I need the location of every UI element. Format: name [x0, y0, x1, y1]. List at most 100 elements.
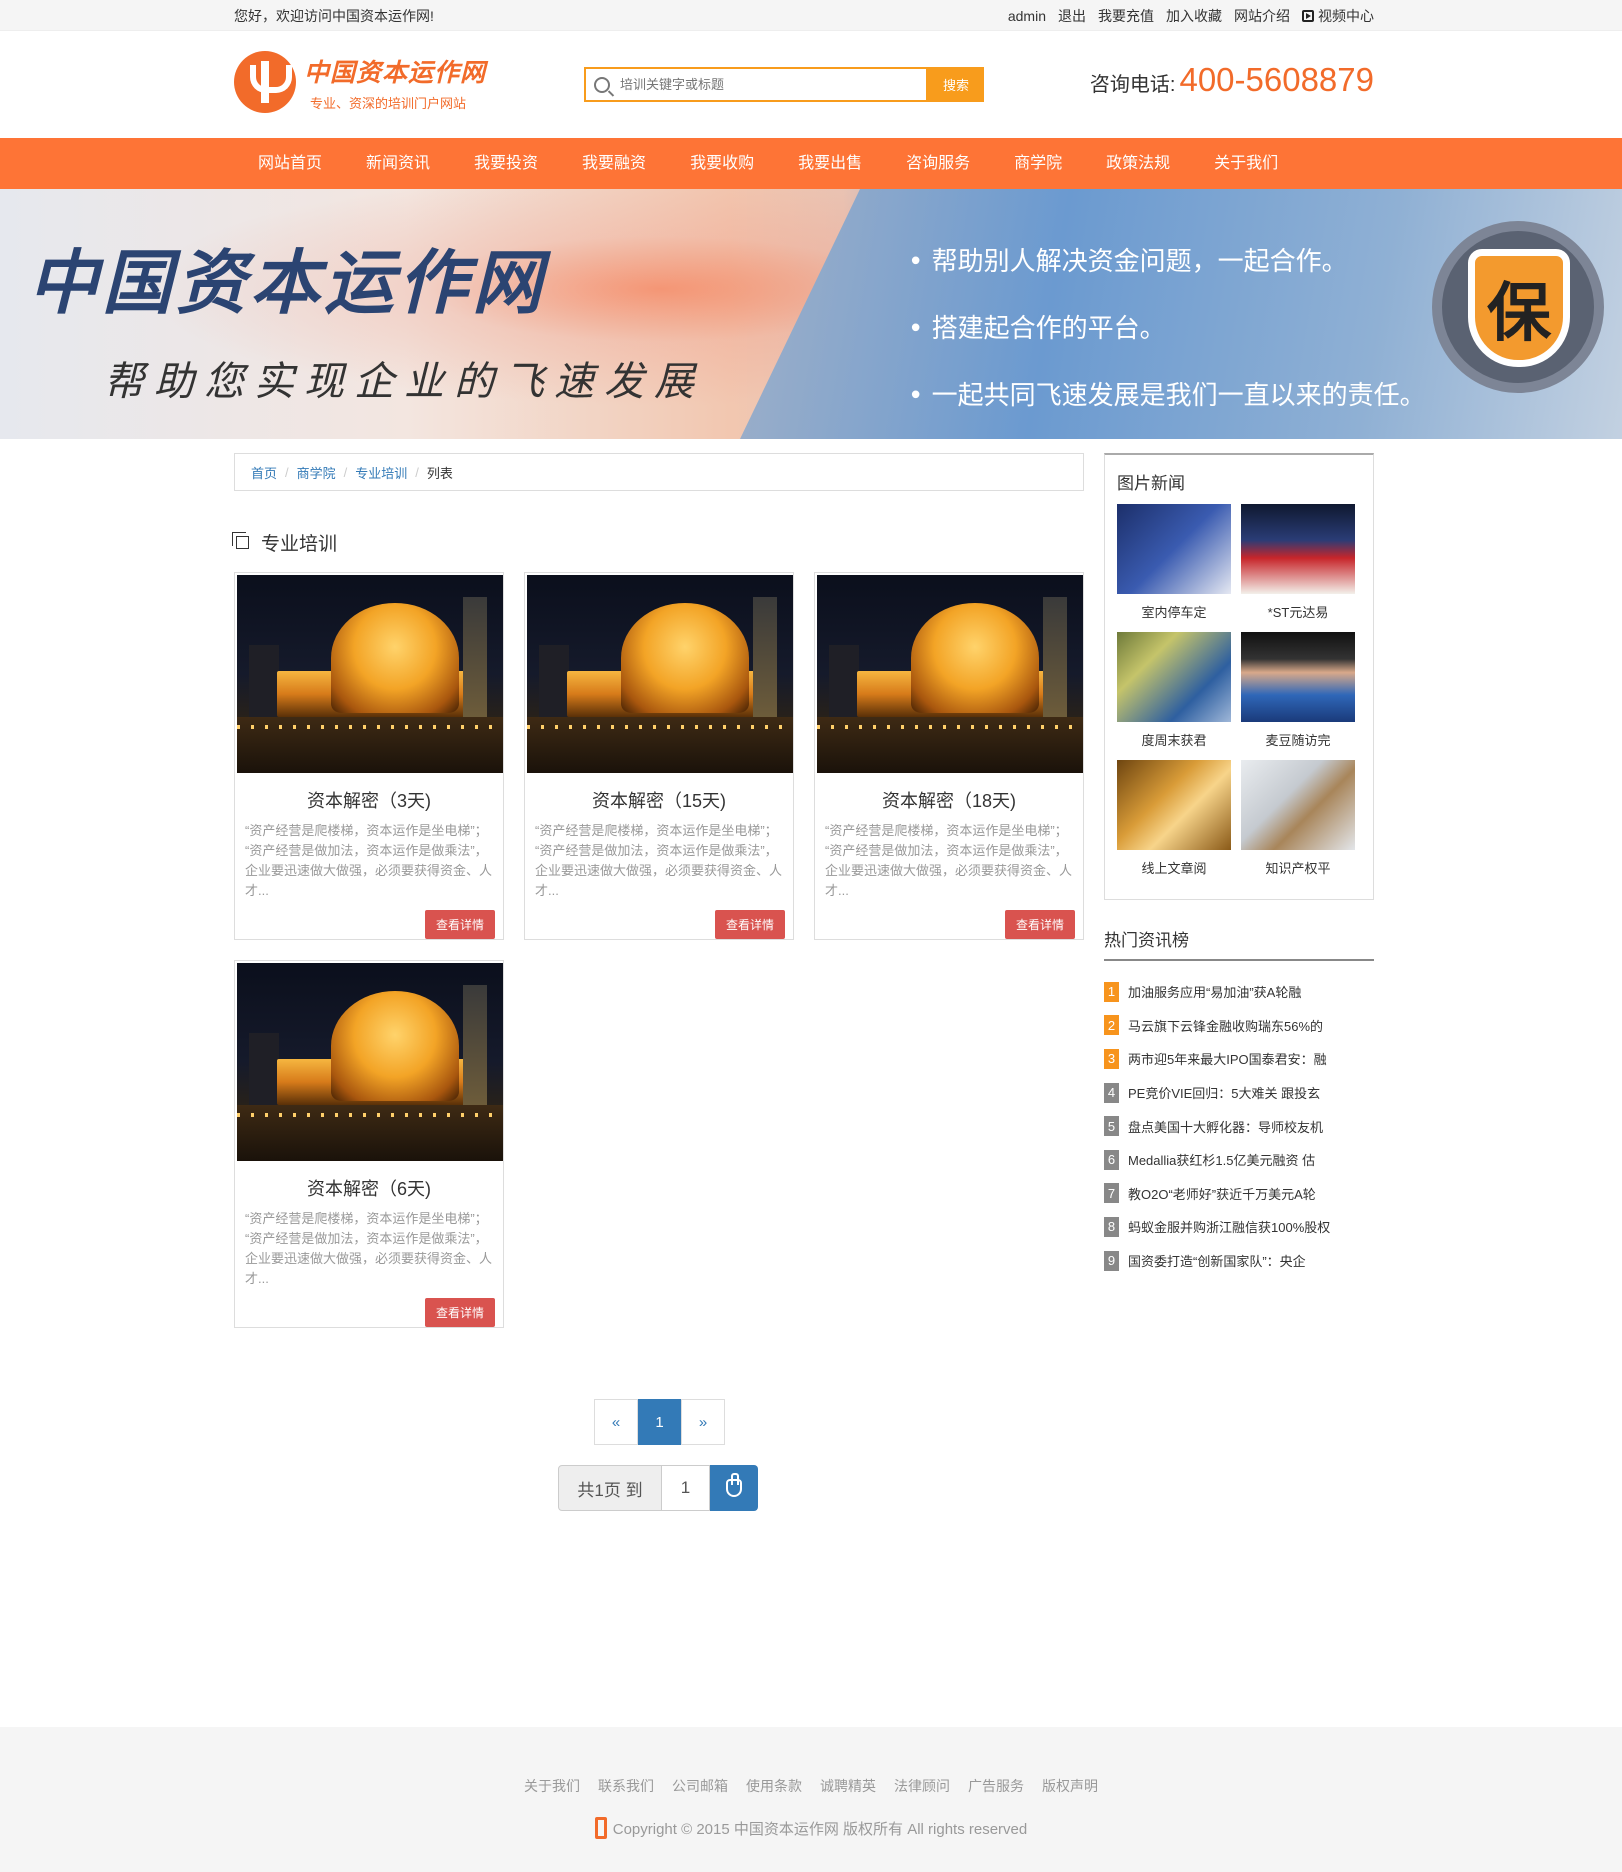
rank-badge: 3 [1104, 1048, 1119, 1069]
top-link-favorite[interactable]: 加入收藏 [1166, 6, 1222, 26]
course-desc: “资产经营是爬楼梯，资本运作是坐电梯”； “资产经营是做加法，资本运作是做乘法”… [825, 823, 1073, 898]
footer-link-contact[interactable]: 联系我们 [598, 1776, 654, 1796]
picture-news-panel: 图片新闻 室内停车定 *ST元达易 度周末获君 麦豆随访完 线上文章阅 知识产权… [1104, 453, 1374, 900]
nav-item-news[interactable]: 新闻资讯 [344, 138, 452, 189]
footer-link-careers[interactable]: 诚聘精英 [820, 1776, 876, 1796]
hero-banner[interactable]: 中国资本运作网 帮助您实现企业的飞速发展 • 帮助别人解决资金问题，一起合作。 … [0, 189, 1622, 439]
hot-news-link[interactable]: 两市迎5年来最大IPO国泰君安：融 [1128, 1049, 1327, 1068]
course-desc: “资产经营是爬楼梯，资本运作是坐电梯”； “资产经营是做加法，资本运作是做乘法”… [245, 823, 493, 898]
hot-news-link[interactable]: Medallia获红杉1.5亿美元融资 估 [1128, 1150, 1315, 1169]
hot-news-item[interactable]: 7 教O2O“老师好”获近千万美元A轮 [1104, 1177, 1374, 1211]
footer-link-ads[interactable]: 广告服务 [968, 1776, 1024, 1796]
main-nav: 网站首页 新闻资讯 我要投资 我要融资 我要收购 我要出售 咨询服务 商学院 政… [0, 138, 1622, 189]
picture-news-image[interactable] [1241, 760, 1355, 850]
picture-news-item[interactable]: 度周末获君 [1117, 632, 1231, 754]
breadcrumb-home[interactable]: 首页 [251, 463, 277, 482]
hot-news-item[interactable]: 1 加油服务应用“易加油”获A轮融 [1104, 975, 1374, 1009]
nav-item-business-school[interactable]: 商学院 [992, 138, 1084, 189]
picture-news-caption[interactable]: 室内停车定 [1117, 602, 1231, 626]
page-jump-button[interactable] [710, 1465, 758, 1511]
top-link-recharge[interactable]: 我要充值 [1098, 6, 1154, 26]
course-image[interactable] [817, 575, 1083, 773]
banner-point: • 搭建起合作的平台。 [908, 314, 1166, 344]
view-details-button[interactable]: 查看详情 [715, 910, 785, 939]
search-button[interactable]: 搜索 [928, 67, 984, 102]
nav-item-home[interactable]: 网站首页 [234, 138, 344, 189]
picture-news-item[interactable]: *ST元达易 [1241, 504, 1355, 626]
course-image[interactable] [237, 963, 503, 1161]
mobile-phone-icon[interactable] [594, 1817, 607, 1839]
top-link-video[interactable]: 视频中心 [1302, 6, 1374, 26]
hot-news-link[interactable]: 蚂蚁金服并购浙江融信获100%股权 [1128, 1217, 1330, 1236]
picture-news-image[interactable] [1241, 504, 1355, 594]
picture-news-image[interactable] [1241, 632, 1355, 722]
hot-news-link[interactable]: 教O2O“老师好”获近千万美元A轮 [1128, 1184, 1316, 1203]
nav-item-consulting[interactable]: 咨询服务 [884, 138, 992, 189]
course-image[interactable] [527, 575, 793, 773]
view-details-button[interactable]: 查看详情 [425, 910, 495, 939]
picture-news-item[interactable]: 麦豆随访完 [1241, 632, 1355, 754]
nav-item-financing[interactable]: 我要融资 [560, 138, 668, 189]
picture-news-image[interactable] [1117, 504, 1231, 594]
picture-news-caption[interactable]: 知识产权平 [1241, 858, 1355, 882]
hot-news-link[interactable]: 盘点美国十大孵化器：导师校友机 [1128, 1117, 1323, 1136]
picture-news-caption[interactable]: 麦豆随访完 [1241, 730, 1355, 754]
footer-link-terms[interactable]: 使用条款 [746, 1776, 802, 1796]
course-card[interactable]: 资本解密（3天) “资产经营是爬楼梯，资本运作是坐电梯”； “资产经营是做加法，… [234, 572, 504, 940]
course-title[interactable]: 资本解密（15天) [527, 787, 791, 813]
hot-news-item[interactable]: 3 两市迎5年来最大IPO国泰君安：融 [1104, 1042, 1374, 1076]
picture-news-item[interactable]: 知识产权平 [1241, 760, 1355, 882]
page-jump-input[interactable]: 1 [662, 1465, 710, 1511]
nav-item-about[interactable]: 关于我们 [1192, 138, 1300, 189]
view-details-button[interactable]: 查看详情 [1005, 910, 1075, 939]
top-link-user[interactable]: admin [1008, 8, 1046, 24]
pagination-prev[interactable]: « [594, 1399, 638, 1445]
course-image[interactable] [237, 575, 503, 773]
course-title[interactable]: 资本解密（18天) [817, 787, 1081, 813]
course-card[interactable]: 资本解密（18天) “资产经营是爬楼梯，资本运作是坐电梯”； “资产经营是做加法… [814, 572, 1084, 940]
search-input[interactable] [620, 77, 920, 92]
breadcrumb-training[interactable]: 专业培训 [355, 463, 407, 482]
section-title-text: 专业培训 [261, 534, 338, 555]
footer-link-legal[interactable]: 法律顾问 [894, 1776, 950, 1796]
pagination-current[interactable]: 1 [638, 1399, 681, 1445]
footer-link-email[interactable]: 公司邮箱 [672, 1776, 728, 1796]
hot-news-item[interactable]: 5 盘点美国十大孵化器：导师校友机 [1104, 1109, 1374, 1143]
hot-news-link[interactable]: 马云旗下云锋金融收购瑞东56%的 [1128, 1016, 1323, 1035]
hot-news-link[interactable]: 加油服务应用“易加油”获A轮融 [1128, 982, 1301, 1001]
hand-pointer-icon [726, 1473, 742, 1497]
welcome-text: 您好，欢迎访问中国资本运作网! [234, 7, 434, 24]
nav-item-invest[interactable]: 我要投资 [452, 138, 560, 189]
hot-news-item[interactable]: 2 马云旗下云锋金融收购瑞东56%的 [1104, 1009, 1374, 1043]
breadcrumb-business-school[interactable]: 商学院 [297, 463, 336, 482]
course-title[interactable]: 资本解密（3天) [237, 787, 501, 813]
hot-news-item[interactable]: 4 PE竞价VIE回归：5大难关 跟投玄 [1104, 1076, 1374, 1110]
footer-link-copyright[interactable]: 版权声明 [1042, 1776, 1098, 1796]
pagination-next[interactable]: » [681, 1399, 725, 1445]
picture-news-image[interactable] [1117, 632, 1231, 722]
hot-news-link[interactable]: 国资委打造“创新国家队”：央企 [1128, 1251, 1306, 1270]
picture-news-caption[interactable]: 线上文章阅 [1117, 858, 1231, 882]
picture-news-caption[interactable]: *ST元达易 [1241, 602, 1355, 626]
nav-item-sell[interactable]: 我要出售 [776, 138, 884, 189]
picture-news-caption[interactable]: 度周末获君 [1117, 730, 1231, 754]
top-link-logout[interactable]: 退出 [1058, 6, 1086, 26]
site-logo[interactable]: 中国资本运作网 专业、资深的培训门户网站 [234, 51, 486, 113]
hot-news-item[interactable]: 6 Medallia获红杉1.5亿美元融资 估 [1104, 1143, 1374, 1177]
hot-news-item[interactable]: 9 国资委打造“创新国家队”：央企 [1104, 1244, 1374, 1278]
hot-news-item[interactable]: 8 蚂蚁金服并购浙江融信获100%股权 [1104, 1210, 1374, 1244]
view-details-button[interactable]: 查看详情 [425, 1298, 495, 1327]
rank-badge: 5 [1104, 1116, 1119, 1137]
top-link-about[interactable]: 网站介绍 [1234, 6, 1290, 26]
nav-item-policy[interactable]: 政策法规 [1084, 138, 1192, 189]
hot-news-link[interactable]: PE竞价VIE回归：5大难关 跟投玄 [1128, 1083, 1320, 1102]
picture-news-item[interactable]: 室内停车定 [1117, 504, 1231, 626]
picture-news-item[interactable]: 线上文章阅 [1117, 760, 1231, 882]
course-card[interactable]: 资本解密（6天) “资产经营是爬楼梯，资本运作是坐电梯”； “资产经营是做加法，… [234, 960, 504, 1328]
course-title[interactable]: 资本解密（6天) [237, 1175, 501, 1201]
footer-link-about[interactable]: 关于我们 [524, 1776, 580, 1796]
nav-item-acquire[interactable]: 我要收购 [668, 138, 776, 189]
course-card[interactable]: 资本解密（15天) “资产经营是爬楼梯，资本运作是坐电梯”； “资产经营是做加法… [524, 572, 794, 940]
picture-news-image[interactable] [1117, 760, 1231, 850]
banner-title: 中国资本运作网 [28, 241, 546, 324]
